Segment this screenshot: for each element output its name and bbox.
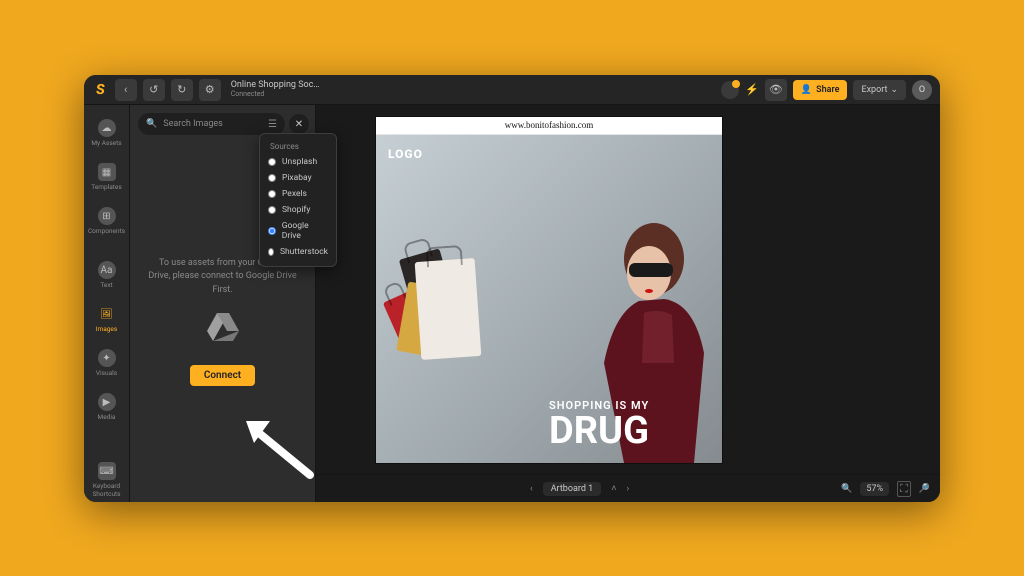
- zoom-level[interactable]: 57%: [860, 482, 889, 496]
- left-rail: ☁ My Assets ▦ Templates ⊞ Components Aa …: [84, 105, 130, 502]
- back-button[interactable]: ‹: [115, 79, 137, 101]
- app-body: ☁ My Assets ▦ Templates ⊞ Components Aa …: [84, 105, 940, 502]
- rail-label: Text: [100, 281, 112, 289]
- export-button[interactable]: Export ⌄: [853, 80, 906, 100]
- rail-item-components[interactable]: ⊞ Components: [84, 199, 130, 243]
- source-option-pixabay[interactable]: Pixabay: [260, 170, 336, 186]
- rail-label: Templates: [91, 183, 121, 191]
- rail-item-visuals[interactable]: ✦ Visuals: [84, 341, 130, 385]
- connect-button[interactable]: Connect: [190, 365, 255, 386]
- next-artboard-button[interactable]: ›: [626, 484, 629, 494]
- dropdown-title: Sources: [260, 140, 336, 154]
- share-button[interactable]: 👤 Share: [793, 80, 848, 100]
- artboard-name[interactable]: Artboard 1: [543, 482, 602, 496]
- search-placeholder: Search Images: [163, 119, 223, 129]
- share-label: Share: [816, 85, 839, 95]
- rail-label: Keyboard Shortcuts: [84, 482, 130, 498]
- radio-icon: [268, 190, 276, 198]
- keyboard-icon: ⌨: [98, 462, 116, 480]
- comments-button[interactable]: [721, 81, 739, 99]
- rail-item-my-assets[interactable]: ☁ My Assets: [84, 111, 130, 155]
- radio-icon: [268, 227, 276, 235]
- document-status: Connected: [231, 91, 320, 98]
- rail-item-text[interactable]: Aa Text: [84, 253, 130, 297]
- zoom-out-button[interactable]: 🔍: [841, 484, 852, 494]
- source-option-shopify[interactable]: Shopify: [260, 202, 336, 218]
- filter-icon[interactable]: ☰: [268, 119, 277, 130]
- images-icon: 🖼: [98, 305, 116, 323]
- rail-item-templates[interactable]: ▦ Templates: [84, 155, 130, 199]
- artboard[interactable]: www.bonitofashion.com LOGO: [376, 117, 722, 463]
- search-icon: 🔍: [146, 119, 157, 129]
- option-label: Pixabay: [282, 173, 312, 183]
- top-bar: S ‹ ↺ ↻ ⚙ Online Shopping Soc… Connected…: [84, 75, 940, 105]
- option-label: Unsplash: [282, 157, 317, 167]
- artboard-image: LOGO: [376, 135, 722, 463]
- option-label: Shutterstock: [280, 247, 328, 257]
- bolt-icon[interactable]: ⚡: [745, 83, 759, 96]
- canvas-area: www.bonitofashion.com LOGO: [316, 105, 940, 502]
- rail-item-media[interactable]: ▶ Media: [84, 385, 130, 429]
- source-option-google-drive[interactable]: Google Drive: [260, 218, 336, 244]
- share-icon: 👤: [801, 85, 812, 95]
- option-label: Pexels: [282, 189, 307, 199]
- artboard-footer: ‹ Artboard 1 ˄ › 🔍 57% ⛶ 🔎: [316, 474, 940, 502]
- shopping-bag: [415, 258, 482, 360]
- rail-label: Components: [88, 227, 125, 235]
- rail-label: Media: [98, 413, 116, 421]
- google-drive-icon: [205, 311, 241, 351]
- export-label: Export: [861, 85, 887, 95]
- rail-label: Images: [96, 325, 117, 333]
- document-title: Online Shopping Soc…: [231, 81, 320, 90]
- zoom-in-button[interactable]: 🔎: [919, 484, 930, 494]
- source-option-unsplash[interactable]: Unsplash: [260, 154, 336, 170]
- artboard-logo-text: LOGO: [388, 147, 423, 161]
- chevron-down-icon: ⌄: [890, 85, 898, 95]
- rail-label: My Assets: [91, 139, 121, 147]
- source-option-shutterstock[interactable]: Shutterstock: [260, 244, 336, 260]
- settings-button[interactable]: ⚙: [199, 79, 221, 101]
- radio-icon: [268, 248, 274, 256]
- redo-button[interactable]: ↻: [171, 79, 193, 101]
- brand-logo: S: [95, 82, 105, 98]
- artboard-tagline: SHOPPING IS MY DRUG: [549, 399, 649, 448]
- canvas-viewport[interactable]: www.bonitofashion.com LOGO: [316, 105, 940, 474]
- rail-label: Visuals: [96, 369, 117, 377]
- user-avatar[interactable]: O: [912, 80, 932, 100]
- radio-icon: [268, 174, 276, 182]
- tagline-big: DRUG: [549, 414, 649, 448]
- radio-icon: [268, 206, 276, 214]
- artboard-url-bar: www.bonitofashion.com: [376, 117, 722, 135]
- prev-artboard-button[interactable]: ‹: [530, 484, 533, 494]
- cloud-icon: ☁: [98, 119, 116, 137]
- components-icon: ⊞: [98, 207, 116, 225]
- undo-button[interactable]: ↺: [143, 79, 165, 101]
- search-input[interactable]: 🔍 Search Images ☰: [138, 113, 285, 135]
- document-info[interactable]: Online Shopping Soc… Connected: [231, 81, 320, 98]
- media-icon: ▶: [98, 393, 116, 411]
- artboard-up-button[interactable]: ˄: [611, 483, 616, 494]
- radio-icon: [268, 158, 276, 166]
- app-window: S ‹ ↺ ↻ ⚙ Online Shopping Soc… Connected…: [84, 75, 940, 502]
- source-option-pexels[interactable]: Pexels: [260, 186, 336, 202]
- preview-button[interactable]: 👁: [765, 79, 787, 101]
- rail-item-keyboard-shortcuts[interactable]: ⌨ Keyboard Shortcuts: [84, 458, 130, 502]
- option-label: Google Drive: [282, 221, 328, 241]
- panel-close-button[interactable]: ✕: [289, 114, 309, 134]
- sources-dropdown: Sources Unsplash Pixabay Pexels Shopify …: [259, 133, 337, 267]
- option-label: Shopify: [282, 205, 310, 215]
- rail-item-images[interactable]: 🖼 Images: [84, 297, 130, 341]
- visuals-icon: ✦: [98, 349, 116, 367]
- fullscreen-button[interactable]: ⛶: [897, 481, 911, 497]
- templates-icon: ▦: [98, 163, 116, 181]
- text-icon: Aa: [98, 261, 116, 279]
